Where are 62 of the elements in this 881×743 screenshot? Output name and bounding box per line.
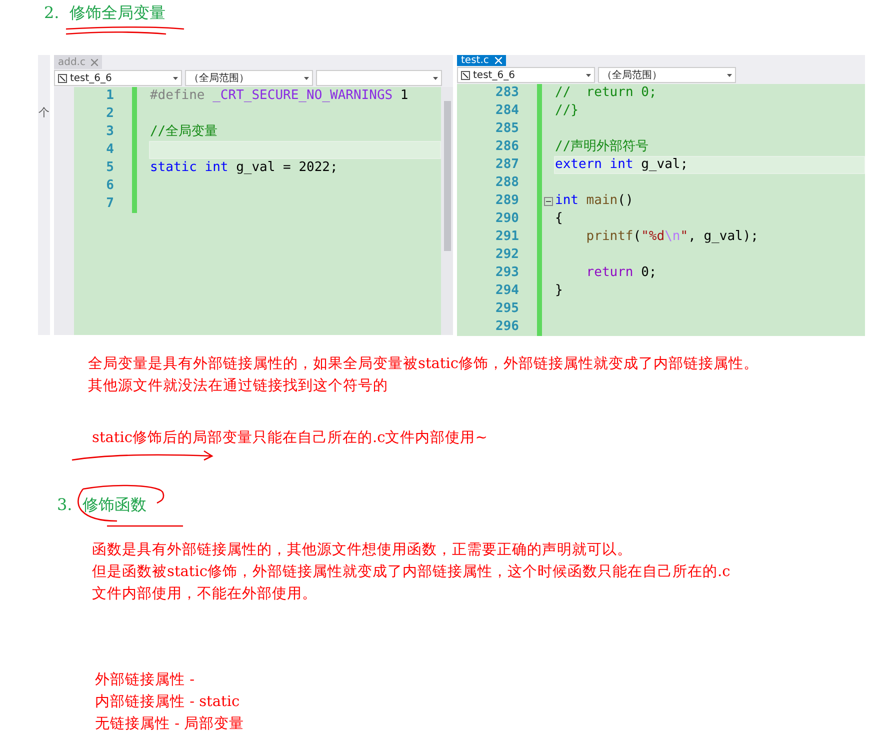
- code-line: {: [554, 210, 564, 228]
- line-number: 6: [105, 177, 115, 195]
- line-number: 7: [105, 195, 115, 213]
- scope-dropdown[interactable]: test_6_6: [457, 67, 595, 83]
- line-number: 286: [494, 138, 520, 156]
- line-number: 294: [494, 282, 520, 300]
- line-number: 287: [494, 156, 520, 174]
- line-number: 2: [105, 105, 115, 123]
- code-line: //全局变量: [148, 123, 219, 141]
- line-number: 283: [494, 84, 520, 102]
- line-number: 291: [494, 228, 520, 246]
- project-icon: [58, 74, 67, 82]
- note-text: 文件内部使用，不能在外部使用。: [92, 584, 318, 604]
- section-heading: 修饰全局变量: [69, 3, 166, 23]
- project-icon: [461, 70, 470, 80]
- line-number: 4: [105, 141, 115, 159]
- summary-line: 外部链接属性 -: [95, 670, 196, 690]
- caret-icon: [586, 74, 591, 76]
- caret-icon: [727, 74, 732, 76]
- section-heading: 修饰函数: [82, 495, 146, 515]
- scope-dropdown[interactable]: test_6_6: [54, 70, 182, 86]
- line-number: 290: [494, 210, 520, 228]
- code-line: int main(): [554, 192, 634, 210]
- side-panel-text: 个: [38, 105, 50, 120]
- line-number: 284: [494, 102, 520, 120]
- line-number: 296: [494, 318, 520, 336]
- line-number: 285: [494, 120, 520, 138]
- scope-dropdown[interactable]: （全局范围）: [184, 70, 313, 86]
- code-line: static int g_val = 2022;: [148, 159, 339, 177]
- line-number: 3: [105, 123, 115, 141]
- code-line: }: [554, 282, 564, 300]
- note-text: 全局变量是具有外部链接属性的，如果全局变量被static修饰，外部链接属性就变成了内部链接属性。: [88, 354, 758, 374]
- summary-line: 内部链接属性 - static: [95, 692, 241, 712]
- code-line: //}: [554, 102, 580, 120]
- line-number: 5: [105, 159, 115, 177]
- close-icon[interactable]: [91, 58, 98, 66]
- line-number: 293: [494, 264, 520, 282]
- caret-icon: [432, 76, 438, 80]
- member-dropdown[interactable]: [316, 70, 442, 86]
- code-line: //声明外部符号: [554, 138, 650, 156]
- line-number: 288: [494, 174, 520, 192]
- note-text: 其他源文件就没法在通过链接找到这个符号的: [88, 377, 389, 396]
- line-number: 1: [105, 87, 115, 105]
- code-line: // return 0;: [554, 84, 658, 102]
- note-text: 函数是具有外部链接属性的，其他源文件想使用函数，正需要正确的声明就可以。: [92, 540, 633, 560]
- code-line: return 0;: [585, 264, 658, 282]
- line-number: 289: [494, 192, 520, 210]
- summary-line: 无链接属性 - 局部变量: [95, 714, 244, 734]
- caret-icon: [172, 76, 178, 80]
- caret-icon: [304, 76, 309, 80]
- collapse-icon[interactable]: [544, 196, 552, 206]
- code-line: printf("%d\n", g_val);: [585, 228, 760, 246]
- file-tab[interactable]: test.c: [457, 55, 506, 66]
- scope-dropdown[interactable]: （全局范围）: [598, 67, 736, 83]
- section-number: 2.: [44, 3, 60, 23]
- line-number: 295: [494, 300, 520, 318]
- line-number: 292: [494, 246, 520, 264]
- code-line: #define _CRT_SECURE_NO_WARNINGS 1: [148, 87, 410, 105]
- scrollbar[interactable]: [441, 87, 453, 335]
- note-text: 但是函数被static修饰，外部链接属性就变成了内部链接属性，这个时候函数只能在自己所在的.c: [92, 562, 730, 582]
- note-text: static修饰后的局部变量只能在自己所在的.c文件内部使用~: [92, 428, 488, 448]
- section-number: 3.: [57, 495, 72, 515]
